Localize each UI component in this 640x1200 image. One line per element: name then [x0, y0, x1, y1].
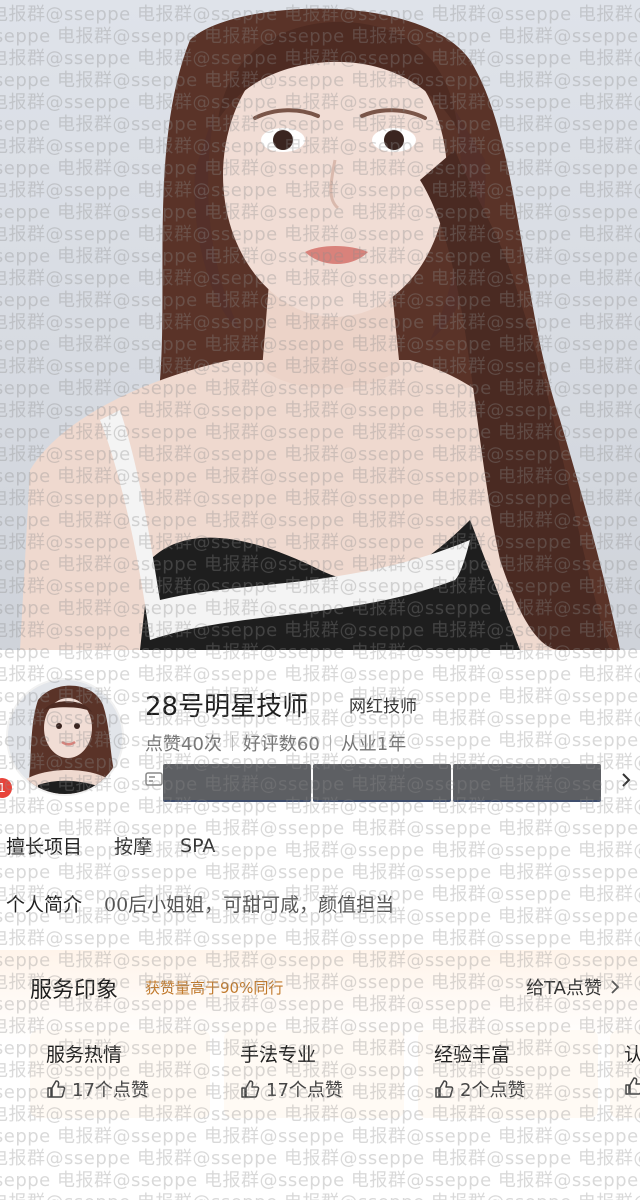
skill-item: SPA [180, 834, 216, 857]
give-like-link[interactable]: 给TA点赞 [526, 974, 620, 1000]
tag-likes-count: 17个点赞 [266, 1080, 343, 1101]
redacted-block [313, 764, 451, 800]
intro-text: 00后小姐姐，可甜可咸，颜值担当 [104, 894, 395, 916]
divider [329, 735, 331, 751]
good-reviews-count: 好评数60 [242, 734, 320, 755]
intro-row: 个人简介 00后小姐姐，可甜可咸，颜值担当 [6, 890, 394, 917]
tag-name: 经验丰富 [434, 1044, 511, 1066]
stats-row: 点赞40次 好评数60 从业1年 [145, 730, 406, 756]
experience-years: 从业1年 [340, 734, 407, 755]
tag-likes [624, 1076, 640, 1096]
thumbs-up-icon [625, 1077, 640, 1095]
unread-count-badge: 1 [0, 778, 12, 798]
technician-name: 28号明星技师 [145, 692, 309, 722]
redacted-block [453, 764, 601, 800]
give-like-label: 给TA点赞 [526, 978, 602, 999]
chevron-right-icon [622, 773, 631, 787]
id-card-icon [145, 772, 163, 786]
hero-portrait-image [0, 0, 640, 650]
thumbs-up-icon [241, 1080, 260, 1098]
tag-likes-count: 2个点赞 [460, 1080, 526, 1101]
tag-likes-count: 17个点赞 [72, 1080, 149, 1101]
tag-likes: 17个点赞 [46, 1076, 149, 1102]
technician-title-tag: 网红技师 [349, 697, 417, 717]
likes-count: 点赞40次 [145, 734, 222, 755]
thumbs-up-icon [435, 1080, 454, 1098]
skill-item: 按摩 [114, 836, 153, 858]
impression-tag[interactable]: 经验丰富 2个点赞 [418, 1030, 598, 1118]
tag-name: 手法专业 [240, 1044, 317, 1066]
section-subtitle: 获赞量高于90%同行 [145, 979, 284, 997]
technician-profile-page: 1 28号明星技师 网红技师 点赞40次 好评数60 从业1年 擅长项目 按摩 … [0, 0, 640, 1200]
divider [231, 735, 233, 751]
tag-likes: 2个点赞 [434, 1076, 525, 1102]
impression-tag[interactable]: 服务热情 17个点赞 [30, 1030, 210, 1118]
section-title: 服务印象 [30, 978, 119, 1003]
intro-label: 个人简介 [6, 894, 83, 916]
service-impression-card: 服务印象 获赞量高于90%同行 给TA点赞 服务热情 17个点赞 手法专业 17… [0, 950, 640, 1200]
tag-name: 认 [624, 1044, 640, 1066]
skills-label: 擅长项目 [6, 836, 83, 858]
chevron-right-icon [611, 980, 620, 994]
redacted-block [163, 764, 311, 800]
thumbs-up-icon [47, 1080, 66, 1098]
impression-tag[interactable]: 手法专业 17个点赞 [224, 1030, 404, 1118]
avatar[interactable] [6, 678, 124, 796]
skills-row: 擅长项目 按摩 SPA [6, 832, 243, 859]
certificate-row[interactable] [145, 760, 635, 800]
profile-section: 1 28号明星技师 网红技师 点赞40次 好评数60 从业1年 擅长项目 按摩 … [0, 650, 640, 950]
tag-likes: 17个点赞 [240, 1076, 343, 1102]
impression-tag[interactable]: 认 [610, 1030, 640, 1118]
tag-name: 服务热情 [46, 1044, 123, 1066]
